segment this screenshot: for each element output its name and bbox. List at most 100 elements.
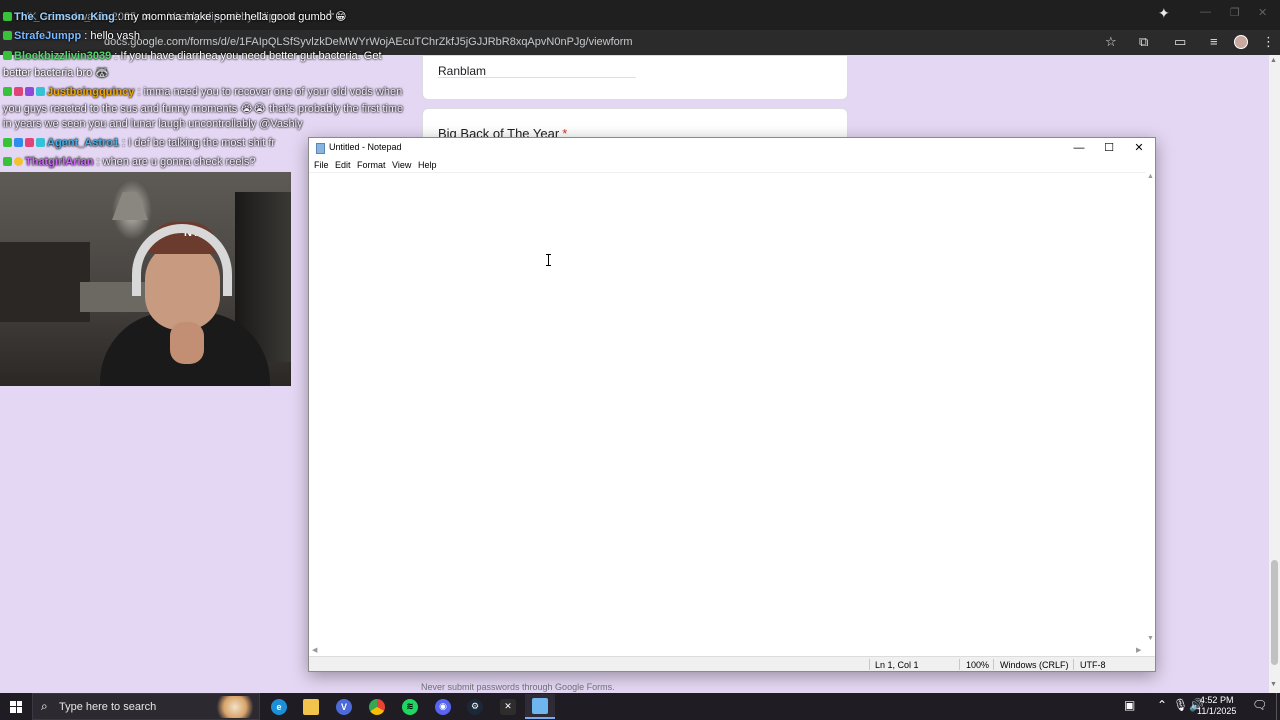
taskbar-app-file-explorer[interactable] (296, 694, 326, 719)
search-icon: ⌕ (41, 699, 48, 713)
menu-format[interactable]: Format (357, 160, 386, 170)
minimize-icon[interactable]: — (1200, 6, 1211, 18)
scroll-thumb[interactable] (1271, 560, 1278, 665)
chat-username: The_Crimson_King (14, 11, 115, 23)
notepad-menubar: File Edit Format View Help (309, 158, 1155, 172)
scroll-down-icon[interactable]: ▼ (1147, 635, 1154, 642)
taskbar-app-vpn[interactable]: V (329, 694, 359, 719)
notification-icon[interactable]: 🗨 (1252, 698, 1267, 712)
chat-message: Justbeingquincy : imma need you to recov… (3, 86, 402, 98)
chat-text: you guys reacted to the sus and funny mo… (3, 103, 404, 115)
badge-icon (3, 87, 12, 96)
chat-message-continued: you guys reacted to the sus and funny mo… (3, 102, 403, 115)
chat-message: StrafeJumpp : hello vash (3, 30, 140, 42)
close-icon[interactable]: ✕ (1258, 6, 1267, 19)
taskbar-app-edge[interactable]: e (264, 694, 294, 719)
close-icon[interactable]: ✕ (1124, 139, 1154, 157)
vpn-icon: V (336, 698, 352, 715)
webcam-streamer-hand (170, 322, 204, 364)
chat-text: : hello vash (81, 30, 140, 42)
webcam-feed: NY (0, 172, 291, 386)
status-zoom: 100% (966, 660, 990, 670)
menu-icon[interactable]: ⋮ (1262, 34, 1275, 50)
chrome-icon (369, 698, 385, 715)
menu-view[interactable]: View (392, 160, 411, 170)
minimize-icon[interactable]: — (1064, 139, 1094, 157)
notepad-vertical-scrollbar[interactable]: ▲ ▼ (1146, 172, 1155, 646)
chat-text: : I def be talking the most shit fr (119, 137, 276, 149)
notepad-titlebar[interactable]: Untitled - Notepad — ☐ ✕ (309, 138, 1155, 158)
discord-icon: ◉ (435, 698, 451, 715)
show-desktop-button[interactable] (1276, 693, 1280, 720)
badge-icon (14, 138, 23, 147)
chat-message: Blockbizzlivin3039 : If you have diarrhe… (3, 50, 382, 62)
tray-app-icon[interactable]: ▣ (1124, 698, 1135, 712)
edge-icon: e (271, 698, 287, 715)
windows-logo-icon (10, 700, 22, 713)
scroll-right-icon[interactable]: ▶ (1136, 646, 1141, 654)
badge-icon (14, 157, 23, 166)
profile-avatar[interactable] (1234, 35, 1248, 49)
steam-icon: ⚙ (467, 698, 483, 715)
notepad-icon (532, 697, 548, 714)
clock-time: 4:52 PM (1199, 695, 1234, 705)
taskbar-search-box[interactable]: ⌕ Type here to search (32, 693, 260, 720)
search-highlight-icon (213, 696, 257, 718)
notepad-text-area[interactable] (309, 172, 1146, 646)
search-placeholder: Type here to search (59, 701, 157, 713)
question-card: Ranblam (422, 55, 848, 100)
taskbar-app-steam[interactable]: ⚙ (460, 694, 490, 719)
badge-icon (3, 12, 12, 21)
badge-icon (36, 87, 45, 96)
taskbar-app-xbox[interactable]: ✕ (493, 694, 523, 719)
taskbar-clock[interactable]: 4:52 PM 11/1/2025 (1197, 695, 1236, 717)
status-position: Ln 1, Col 1 (875, 660, 919, 670)
scroll-left-icon[interactable]: ◀ (312, 646, 317, 654)
chat-text: : imma need you to recover one of your o… (134, 86, 403, 98)
chat-message: ThatgirlArian : when are u gonna check r… (3, 156, 256, 168)
extensions-icon[interactable]: ⧉ (1139, 34, 1148, 50)
scroll-up-icon[interactable]: ▲ (1270, 57, 1277, 64)
spotify-icon: ≋ (402, 698, 418, 715)
chat-message: The_Crimson_King : my momma make some he… (3, 10, 346, 23)
answer-text[interactable]: Ranblam (438, 64, 486, 78)
maximize-icon[interactable]: ❐ (1230, 6, 1240, 19)
footer-note: Never submit passwords through Google Fo… (421, 682, 615, 692)
status-encoding: UTF-8 (1080, 660, 1106, 670)
taskbar-app-discord[interactable]: ◉ (428, 694, 458, 719)
page-scrollbar[interactable]: ▲ ▼ (1269, 55, 1280, 693)
taskbar-app-chrome[interactable] (362, 694, 392, 719)
menu-file[interactable]: File (314, 160, 329, 170)
taskbar-app-spotify[interactable]: ≋ (395, 694, 425, 719)
folder-icon (303, 698, 319, 715)
scroll-up-icon[interactable]: ▲ (1147, 173, 1154, 180)
microphone-icon[interactable]: 🎙 (1173, 698, 1188, 712)
webcam-cabinet (0, 242, 90, 322)
cast-icon[interactable]: ▭ (1174, 34, 1186, 50)
star-icon[interactable]: ☆ (1105, 34, 1117, 50)
window-title: Untitled - Notepad (329, 142, 402, 152)
media-icon[interactable]: ≡ (1210, 34, 1218, 49)
status-divider (959, 659, 960, 670)
badge-icon (3, 51, 12, 60)
scroll-down-icon[interactable]: ▼ (1270, 681, 1277, 688)
badge-icon (3, 157, 12, 166)
chat-username: Blockbizzlivin3039 (14, 50, 112, 62)
notepad-window: Untitled - Notepad — ☐ ✕ File Edit Forma… (308, 137, 1156, 672)
chat-username: Justbeingquincy (47, 86, 135, 98)
sparkle-icon[interactable]: ✦ (1158, 5, 1170, 22)
windows-taskbar: ⌕ Type here to search e V ≋ ◉ ⚙ ✕ ▣ ⌃ 🎙 … (0, 693, 1280, 720)
chat-username: ThatgirlArian (25, 156, 94, 168)
menu-edit[interactable]: Edit (335, 160, 351, 170)
status-divider (993, 659, 994, 670)
menu-help[interactable]: Help (418, 160, 437, 170)
start-button[interactable] (0, 693, 32, 720)
notepad-horizontal-scrollbar[interactable]: ◀ ▶ (309, 646, 1146, 655)
chevron-up-icon[interactable]: ⌃ (1157, 698, 1167, 712)
chat-text: in years we seen you and lunar laugh unc… (3, 118, 303, 130)
maximize-icon[interactable]: ☐ (1094, 139, 1124, 157)
taskbar-app-notepad[interactable] (525, 694, 555, 719)
status-line-ending: Windows (CRLF) (1000, 660, 1069, 670)
chat-text: better bacteria bro 🦝 (3, 67, 110, 79)
chat-username: StrafeJumpp (14, 30, 82, 42)
